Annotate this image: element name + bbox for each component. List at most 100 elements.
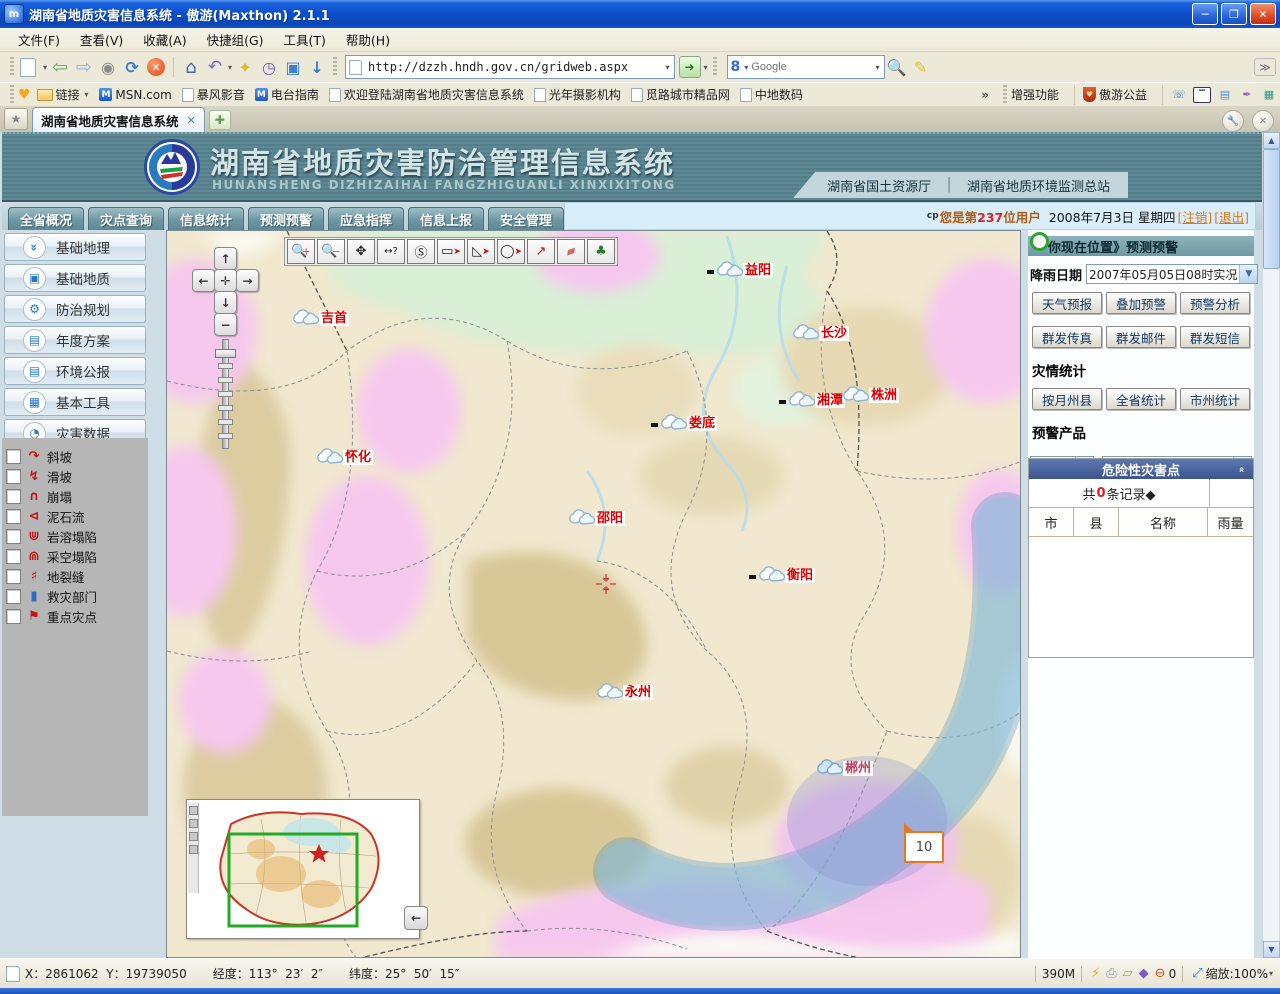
messenger-icon[interactable]: ☏ (1171, 88, 1187, 102)
content-filter-icon[interactable]: ◆ (1139, 966, 1149, 981)
zoom-dropdown-icon[interactable]: ▾ (1269, 969, 1273, 978)
circle-select-icon[interactable]: ◯➤ (497, 239, 525, 264)
vertical-scrollbar[interactable]: ▲ ▼ (1262, 132, 1279, 958)
checkbox[interactable] (6, 609, 21, 624)
section-base-geology[interactable]: ▣基础地质 (4, 264, 146, 292)
rect-select-icon[interactable]: ▭➤ (437, 239, 465, 264)
tab-close-icon[interactable]: ✕ (187, 114, 196, 127)
city-hengyang[interactable]: 衡阳 (749, 566, 815, 583)
search-box[interactable]: 8 ▾ ▾ (727, 55, 885, 79)
new-page-icon[interactable] (18, 55, 42, 79)
nav-emergency[interactable]: 应急指挥 (328, 207, 404, 230)
minimize-button[interactable]: ─ (1192, 3, 1218, 25)
bookmark-hunan-geo[interactable]: 欢迎登陆湖南省地质灾害信息系统 (329, 86, 524, 103)
checkbox[interactable] (6, 529, 21, 544)
section-annual-plan[interactable]: ▤年度方案 (4, 326, 146, 354)
nav-security[interactable]: 安全管理 (488, 207, 564, 230)
download-icon[interactable]: ↓ (305, 55, 329, 79)
home-icon[interactable]: ⌂ (179, 55, 203, 79)
wrench-icon[interactable]: 🔧 (1222, 110, 1244, 132)
address-dropdown-icon[interactable]: ▾ (666, 63, 670, 72)
rain-date-select[interactable]: 2007年05月05日08时实况▼ (1086, 264, 1258, 284)
polygon-select-icon[interactable]: ◺➤ (467, 239, 495, 264)
checkbox[interactable] (6, 469, 21, 484)
zoom-slider-handle[interactable] (215, 349, 236, 358)
pan-down-button[interactable]: ↓ (214, 291, 237, 314)
forward-icon[interactable]: ⇨ (72, 55, 96, 79)
nav-overview[interactable]: 全省概况 (8, 207, 84, 230)
checkbox[interactable] (6, 449, 21, 464)
city-yiyang[interactable]: 益阳 (707, 261, 773, 278)
monthly-county-button[interactable]: 按月州县 (1032, 388, 1102, 410)
new-tab-button[interactable]: ✚ (209, 110, 231, 130)
pan-right-button[interactable]: → (236, 269, 259, 292)
overlay-warning-button[interactable]: 叠加预警 (1106, 292, 1176, 314)
exit-link[interactable]: [退出] (1214, 207, 1249, 226)
city-zhuzhou[interactable]: 株洲 (841, 386, 899, 403)
pan-left-button[interactable]: ← (192, 269, 215, 292)
search-icon[interactable]: 🔍 (885, 55, 909, 79)
map-viewport[interactable]: 🔍＋ 🔍－ ✥ ↔? Ⓢ ▭➤ ◺➤ ◯➤ ↗ ▰ ♣ ↑ ← ✛ → ↓ − (166, 230, 1021, 958)
history-dropdown-icon[interactable]: ◉ (96, 55, 120, 79)
pan-hand-icon[interactable]: ✥ (347, 239, 375, 264)
city-jishou[interactable]: 吉首 (291, 309, 349, 326)
maxthon-charity-icon[interactable]: ♥ (1083, 87, 1096, 102)
address-input[interactable] (366, 59, 664, 75)
mass-fax-button[interactable]: 群发传真 (1032, 326, 1102, 348)
ad-blocked-icon[interactable]: ⊖ (1155, 966, 1166, 981)
province-stats-button[interactable]: 全省统计 (1106, 388, 1176, 410)
zoom-minus-button[interactable]: − (214, 313, 237, 336)
menu-view[interactable]: 查看(V) (70, 28, 133, 51)
zoom-level[interactable]: 缩放:100% (1206, 965, 1268, 982)
close-button[interactable]: ✕ (1250, 3, 1276, 25)
zoom-out-icon[interactable]: 🔍－ (317, 239, 345, 264)
link-land-resources[interactable]: 湖南省国土资源厅 (827, 176, 931, 195)
checkbox[interactable] (6, 549, 21, 564)
window-tool-icon[interactable]: ▔ (1193, 87, 1211, 103)
link-geo-monitoring[interactable]: 湖南省地质环境监测总站 (967, 176, 1110, 195)
enhance-features-link[interactable]: 增强功能 (1011, 86, 1059, 103)
bookmark-guangnian[interactable]: 光年摄影机构 (534, 86, 621, 103)
eraser-icon[interactable]: ▰ (557, 239, 585, 264)
favorites-heart-icon[interactable]: ♥ (18, 87, 31, 103)
checkbox[interactable] (6, 489, 21, 504)
engine-dropdown-icon[interactable]: ▾ (744, 63, 748, 72)
bookmark-zhongdi[interactable]: 中地数码 (740, 86, 803, 103)
magic-wand-icon[interactable]: ✦ (233, 55, 257, 79)
clock-icon[interactable]: ◷ (257, 55, 281, 79)
inset-collapse-icon[interactable]: ← (404, 906, 428, 930)
polyline-draw-icon[interactable]: ↗ (527, 239, 555, 264)
bookmark-links-folder[interactable]: 链接 ▾ (37, 86, 90, 103)
scroll-up-icon[interactable]: ▲ (1263, 132, 1280, 149)
section-prevention-plan[interactable]: ⚙防治规划 (4, 295, 146, 323)
mass-sms-button[interactable]: 群发短信 (1180, 326, 1250, 348)
logout-link[interactable]: [注销] (1177, 207, 1212, 226)
city-stats-button[interactable]: 市州统计 (1180, 388, 1250, 410)
collapse-chevrons-icon[interactable]: » (1236, 466, 1247, 472)
bookmark-msn[interactable]: MMSN.com (99, 88, 171, 102)
close-sidebar-icon[interactable]: ✕ (1252, 110, 1274, 132)
overview-inset[interactable]: ← (186, 799, 420, 939)
city-changsha[interactable]: 长沙 (791, 324, 849, 341)
proxy-window-icon[interactable]: ▣ (281, 55, 305, 79)
checkbox[interactable] (6, 509, 21, 524)
city-xiangtan[interactable]: 湘潭 (779, 391, 845, 408)
menu-groups[interactable]: 快捷组(G) (197, 28, 274, 51)
toolbar-collapse-icon[interactable]: ≫ (1254, 58, 1276, 76)
nav-statistics[interactable]: 信息统计 (168, 207, 244, 230)
nav-forecast-warning[interactable]: 预测预警 (248, 207, 324, 230)
refresh-icon[interactable]: ⟳ (120, 55, 144, 79)
pan-center-button[interactable]: ✛ (214, 269, 237, 292)
new-window-filter-icon[interactable]: ▱ (1123, 966, 1133, 981)
warning-flag-marker[interactable]: 10 (904, 831, 944, 863)
tab-active[interactable]: 湖南省地质灾害信息系统 ✕ (32, 107, 205, 132)
tab-list-star-icon[interactable]: ★ (4, 108, 28, 130)
mass-email-button[interactable]: 群发邮件 (1106, 326, 1176, 348)
city-huaihua[interactable]: 怀化 (315, 448, 373, 465)
measure-distance-icon[interactable]: ↔? (377, 239, 405, 264)
menu-help[interactable]: 帮助(H) (336, 28, 400, 51)
section-basic-tools[interactable]: ▦基本工具 (4, 388, 146, 416)
bookmarks-overflow-icon[interactable]: » (981, 88, 989, 102)
address-bar[interactable]: ▾ (345, 55, 674, 79)
stop-icon[interactable]: ✕ (144, 55, 168, 79)
